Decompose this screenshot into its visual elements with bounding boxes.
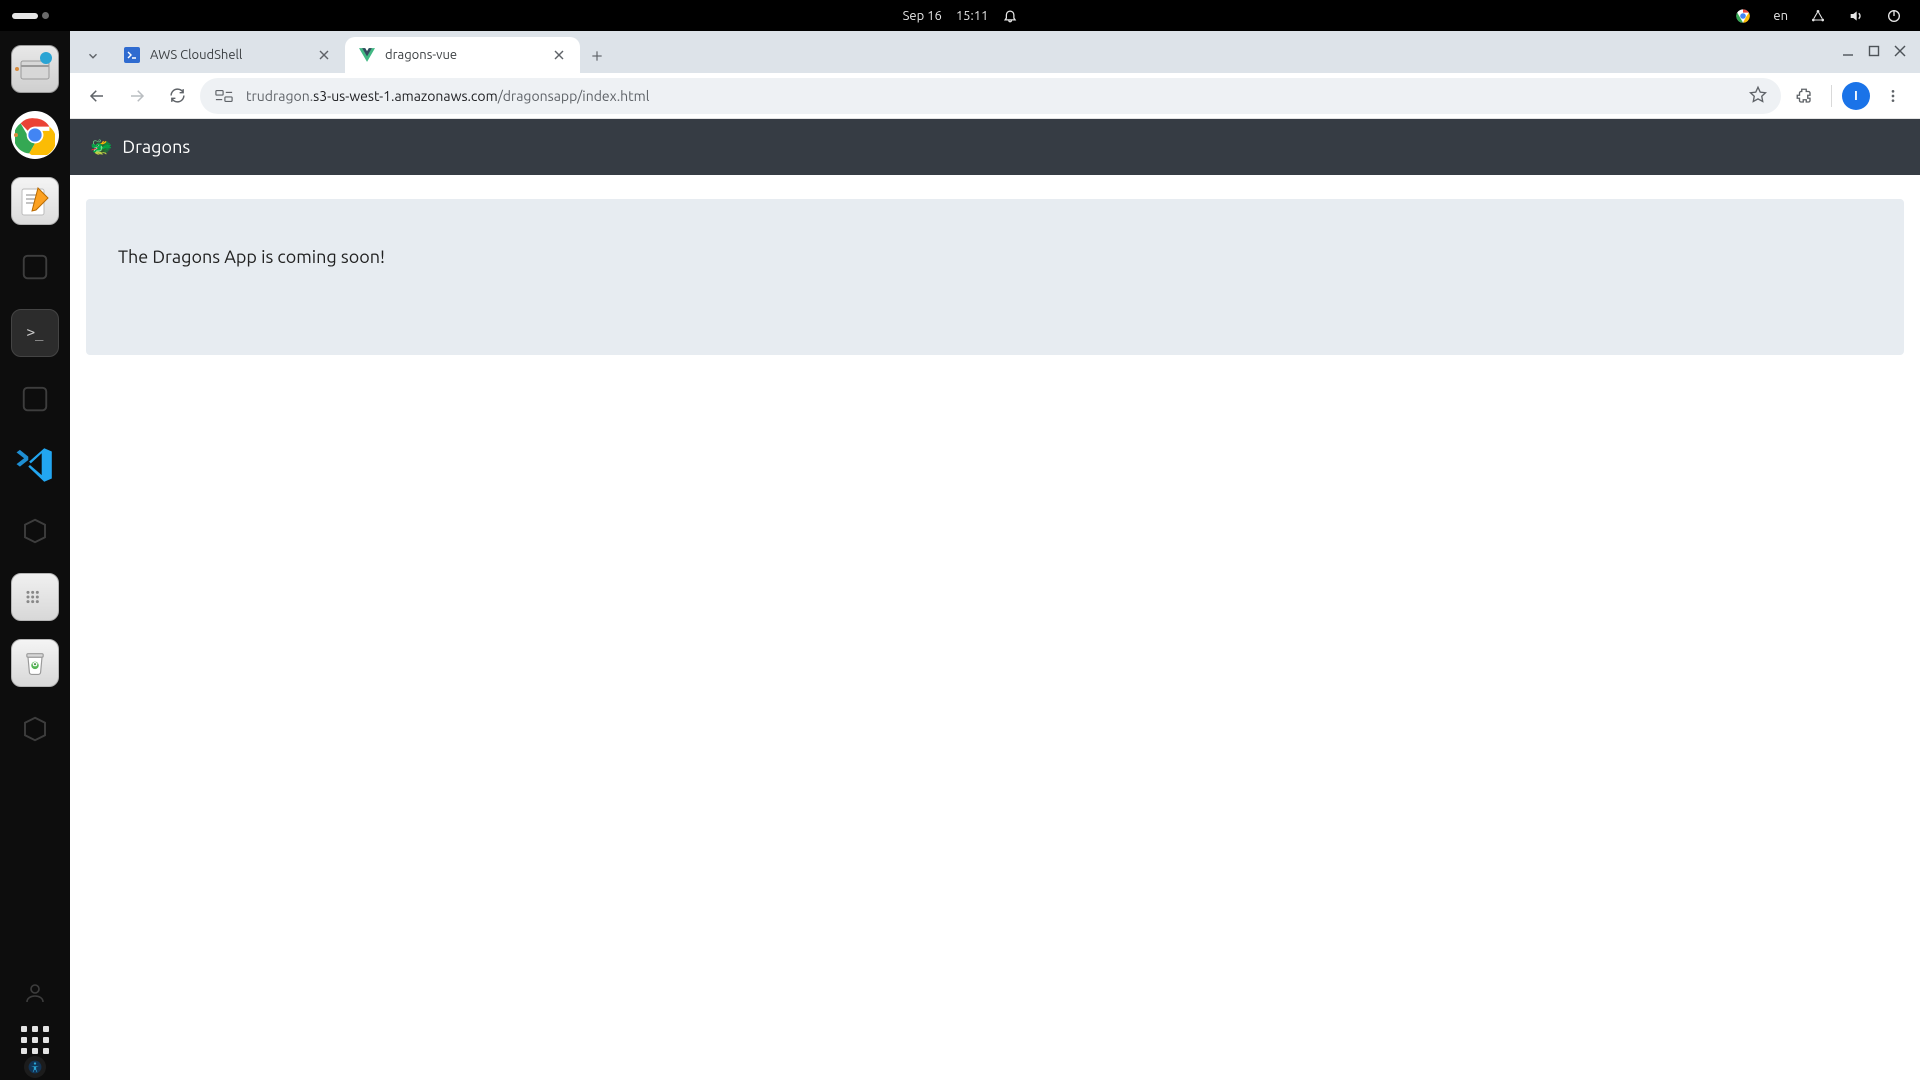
- dock-app-generic-1[interactable]: [11, 243, 59, 291]
- tab-close-button[interactable]: [315, 46, 333, 64]
- chrome-menu-button[interactable]: [1876, 79, 1910, 113]
- dragon-emoji-icon: 🐲: [90, 137, 112, 158]
- running-indicator-icon: [14, 133, 18, 137]
- dock-user-icon[interactable]: [11, 978, 59, 1008]
- terminal-prompt-label: >_: [27, 325, 44, 341]
- system-dock: >_: [0, 31, 70, 1080]
- dock-app-files[interactable]: [11, 45, 59, 93]
- nav-reload-button[interactable]: [160, 79, 194, 113]
- tab-close-button[interactable]: [550, 46, 568, 64]
- dock-app-terminal[interactable]: >_: [11, 309, 59, 357]
- new-tab-button[interactable]: [580, 39, 614, 73]
- tab-strip: AWS CloudShell dragons-vue: [70, 31, 1920, 73]
- dock-app-chrome[interactable]: [11, 111, 59, 159]
- vue-favicon-icon: [359, 47, 375, 63]
- window-maximize-button[interactable]: [1868, 43, 1880, 61]
- chrome-indicator-icon[interactable]: [1735, 8, 1751, 24]
- tab-aws-cloudshell[interactable]: AWS CloudShell: [110, 37, 345, 73]
- web-page: 🐲 Dragons The Dragons App is coming soon…: [70, 119, 1920, 1080]
- system-time[interactable]: 15:11: [956, 9, 989, 23]
- browser-toolbar: trudragon.s3-us-west-1.amazonaws.com/dra…: [70, 73, 1920, 119]
- network-icon[interactable]: [1810, 8, 1826, 24]
- running-indicator-icon: [15, 67, 19, 71]
- dock-app-text-editor[interactable]: [11, 177, 59, 225]
- dock-app-generic-4[interactable]: [11, 705, 59, 753]
- activities-button[interactable]: [0, 12, 49, 19]
- bookmark-star-icon[interactable]: [1749, 85, 1767, 106]
- nav-forward-button[interactable]: [120, 79, 154, 113]
- chrome-window: AWS CloudShell dragons-vue: [70, 31, 1920, 1080]
- app-header: 🐲 Dragons: [70, 119, 1920, 175]
- show-applications-button[interactable]: [21, 1026, 49, 1054]
- site-info-icon[interactable]: [214, 88, 234, 104]
- tab-label: dragons-vue: [385, 48, 457, 62]
- notifications-icon[interactable]: [1002, 8, 1017, 23]
- coming-soon-message: The Dragons App is coming soon!: [118, 247, 1872, 267]
- profile-avatar[interactable]: I: [1842, 82, 1870, 110]
- dock-app-vscode[interactable]: [11, 441, 59, 489]
- search-tabs-button[interactable]: [76, 39, 110, 73]
- keyboard-layout[interactable]: en: [1773, 9, 1788, 23]
- window-close-button[interactable]: [1894, 43, 1906, 61]
- dock-app-trash[interactable]: [11, 639, 59, 687]
- window-minimize-button[interactable]: [1842, 43, 1854, 61]
- volume-icon[interactable]: [1848, 8, 1864, 24]
- dock-app-generic-2[interactable]: [11, 375, 59, 423]
- system-top-bar: Sep 16 15:11 en: [0, 0, 1920, 31]
- url-text: trudragon.s3-us-west-1.amazonaws.com/dra…: [246, 88, 649, 104]
- tab-label: AWS CloudShell: [150, 48, 242, 62]
- dock-accessibility-icon[interactable]: [24, 1056, 46, 1078]
- avatar-initial: I: [1854, 89, 1858, 103]
- extensions-button[interactable]: [1787, 79, 1821, 113]
- content-card: The Dragons App is coming soon!: [86, 199, 1904, 355]
- system-date[interactable]: Sep 16: [903, 9, 942, 23]
- dock-app-generic-3[interactable]: [11, 507, 59, 555]
- toolbar-divider: [1831, 85, 1832, 107]
- power-icon[interactable]: [1886, 8, 1902, 24]
- tab-dragons-vue[interactable]: dragons-vue: [345, 37, 580, 73]
- dock-app-dotfile[interactable]: [11, 573, 59, 621]
- app-title: Dragons: [122, 137, 190, 157]
- address-bar[interactable]: trudragon.s3-us-west-1.amazonaws.com/dra…: [200, 78, 1781, 114]
- nav-back-button[interactable]: [80, 79, 114, 113]
- aws-cloudshell-favicon-icon: [124, 47, 140, 63]
